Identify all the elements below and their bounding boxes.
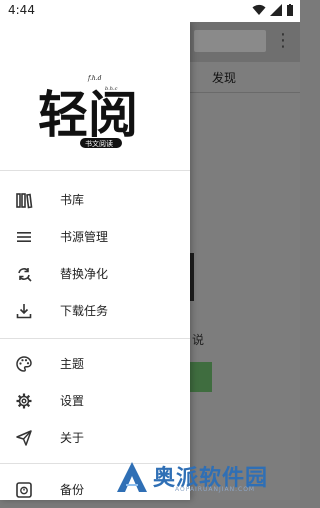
menu-item-about[interactable]: 关于 [0,420,190,456]
gear-icon [16,393,32,409]
bookshelf-icon [16,193,33,209]
menu-item-download[interactable]: 下载任务 [0,293,190,329]
app-logo: f.h.d b.h.c 轻阅 书文阅读 [38,75,138,148]
palette-icon [16,356,32,372]
menu-item-book-source[interactable]: 书源管理 [0,219,190,255]
list-icon [17,232,31,242]
battery-icon [287,4,293,16]
menu-label-replace: 替换净化 [60,267,109,281]
background-tab-discover: 发现 [212,71,237,85]
menu-label-backup: 备份 [60,483,85,497]
more-icon: ⋮ [274,30,292,51]
background-dark-block [190,253,194,301]
logo-small-text-1: f.h.d [87,75,102,82]
background-search-box [194,30,266,52]
watermark-subtext: AOPAIRUANJIAN.COM [175,486,256,493]
menu-label-settings: 设置 [60,394,85,408]
signal-icon [270,4,282,16]
watermark: 奥派软件园 AOPAIRUANJIAN.COM [115,458,295,498]
drawer-divider [0,170,190,171]
menu-item-replace[interactable]: 替换净化 [0,256,190,292]
menu-label-book-source: 书源管理 [60,230,109,244]
logo-title: 轻阅 [38,85,138,144]
menu-label-about: 关于 [60,431,85,445]
backup-icon [16,482,32,498]
logo-subtitle: 书文阅读 [85,139,113,148]
background-partial-text: 说 [192,333,205,347]
menu-item-settings[interactable]: 设置 [0,383,190,419]
menu-item-bookshelf[interactable]: 书库 [0,182,190,218]
menu-item-theme[interactable]: 主题 [0,346,190,382]
status-bar: 4:44 [0,0,300,22]
drawer-divider [0,338,190,339]
status-time: 4:44 [8,3,35,17]
background-tabs [190,62,300,93]
watermark-logo-icon [117,462,147,492]
navigation-drawer: f.h.d b.h.c 轻阅 书文阅读 书库 书源管理 替换净化 下载任务 主题… [0,22,190,500]
menu-label-theme: 主题 [60,357,85,371]
wifi-icon [252,4,266,15]
replace-sync-icon [18,268,32,282]
download-icon [16,304,32,319]
menu-label-download: 下载任务 [60,304,109,318]
menu-label-bookshelf: 书库 [60,193,85,207]
send-icon [16,430,32,446]
status-icons [252,4,294,16]
background-green-button [190,362,212,392]
